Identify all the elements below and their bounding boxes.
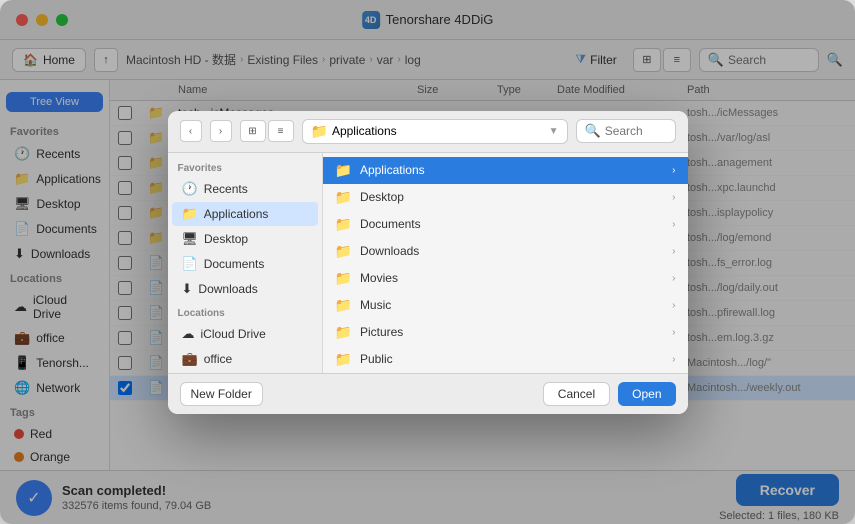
dialog-file-name: Pictures — [360, 325, 403, 339]
dialog-location-bar[interactable]: 📁 Applications ▼ — [302, 119, 568, 144]
dialog-sidebar-office[interactable]: 💼 office — [172, 347, 318, 371]
dialog-sidebar-applications[interactable]: 📁 Applications — [172, 202, 318, 226]
dialog-file-name: Movies — [360, 271, 398, 285]
dropdown-arrow-icon: ▼ — [549, 126, 559, 137]
dialog-folder-pictures[interactable]: 📁 Pictures › — [323, 319, 688, 346]
dialog-sidebar-section-favorites: Favorites — [168, 157, 322, 176]
dialog-sidebar-icloud[interactable]: ☁ iCloud Drive — [172, 322, 318, 346]
applications-icon: 📁 — [182, 206, 198, 222]
dialog-folder-desktop[interactable]: 📁 Desktop › — [323, 184, 688, 211]
cancel-button[interactable]: Cancel — [543, 382, 610, 406]
dialog-file-name: Downloads — [360, 244, 419, 258]
dialog-sidebar-label: Desktop — [204, 232, 248, 246]
dialog-file-name: Desktop — [360, 190, 404, 204]
folder-icon: 📁 — [335, 162, 352, 179]
folder-icon: 📁 — [335, 297, 352, 314]
dialog-grid-view[interactable]: ⊞ — [240, 120, 266, 142]
dialog-sidebar-label: Downloads — [198, 282, 257, 296]
dialog-view-buttons: ⊞ ≡ — [240, 120, 294, 142]
dialog-file-name: Applications — [360, 163, 425, 177]
dialog-file-name: Music — [360, 298, 391, 312]
dialog-list-view[interactable]: ≡ — [268, 120, 294, 142]
open-dialog: ‹ › ⊞ ≡ 📁 Applications ▼ 🔍 — [168, 111, 688, 414]
desktop-icon: 🖥 — [182, 231, 199, 247]
recents-icon: 🕐 — [182, 181, 198, 197]
new-folder-button[interactable]: New Folder — [180, 382, 263, 406]
chevron-right-icon: › — [672, 300, 675, 311]
dialog-overlay: ‹ › ⊞ ≡ 📁 Applications ▼ 🔍 — [0, 0, 855, 524]
dialog-forward-button[interactable]: › — [210, 120, 232, 142]
folder-icon: 📁 — [335, 270, 352, 287]
chevron-right-icon: › — [672, 327, 675, 338]
dialog-folder-movies[interactable]: 📁 Movies › — [323, 265, 688, 292]
folder-icon: 📁 — [335, 189, 352, 206]
dialog-sidebar-documents[interactable]: 📄 Documents — [172, 252, 318, 276]
folder-icon: 📁 — [335, 243, 352, 260]
icloud-icon: ☁ — [182, 326, 195, 342]
dialog-sidebar: Favorites 🕐 Recents 📁 Applications 🖥 Des… — [168, 153, 323, 373]
chevron-right-icon: › — [672, 165, 675, 176]
chevron-right-icon: › — [672, 273, 675, 284]
dialog-sidebar-label: Recents — [204, 182, 248, 196]
dialog-toolbar: ‹ › ⊞ ≡ 📁 Applications ▼ 🔍 — [168, 111, 688, 153]
dialog-search-input[interactable] — [605, 124, 675, 138]
dialog-back-button[interactable]: ‹ — [180, 120, 202, 142]
folder-icon: 📁 — [335, 324, 352, 341]
main-window: 4D Tenorshare 4DDiG 🏠 Home ↑ Macintosh H… — [0, 0, 855, 524]
dialog-sidebar-label: Applications — [204, 207, 269, 221]
open-button[interactable]: Open — [618, 382, 675, 406]
dialog-sidebar-recents[interactable]: 🕐 Recents — [172, 177, 318, 201]
dialog-file-name: Documents — [360, 217, 421, 231]
folder-icon: 📁 — [335, 351, 352, 368]
chevron-right-icon: › — [672, 354, 675, 365]
dialog-sidebar-section-locations: Locations — [168, 302, 322, 321]
dialog-file-list: 📁 Applications › 📁 Desktop › 📁 Documents… — [323, 153, 688, 373]
dialog-actions: Cancel Open — [543, 382, 676, 406]
location-text: Applications — [332, 124, 545, 138]
dialog-folder-applications[interactable]: 📁 Applications › — [323, 157, 688, 184]
dialog-sidebar-desktop[interactable]: 🖥 Desktop — [172, 227, 318, 251]
dialog-search-bar: 🔍 — [576, 119, 676, 143]
dialog-sidebar-label: iCloud Drive — [201, 327, 266, 341]
chevron-right-icon: › — [672, 246, 675, 257]
dialog-folder-downloads[interactable]: 📁 Downloads › — [323, 238, 688, 265]
dialog-folder-music[interactable]: 📁 Music › — [323, 292, 688, 319]
dialog-footer: New Folder Cancel Open — [168, 373, 688, 414]
dialog-sidebar-downloads[interactable]: ⬇ Downloads — [172, 277, 318, 301]
dialog-folder-public[interactable]: 📁 Public › — [323, 346, 688, 373]
search-icon: 🔍 — [585, 123, 601, 139]
folder-icon: 📁 — [335, 216, 352, 233]
documents-icon: 📄 — [182, 256, 198, 272]
dialog-sidebar-label: office — [204, 352, 232, 366]
downloads-icon: ⬇ — [182, 281, 193, 297]
folder-icon: 📁 — [311, 123, 328, 140]
office-icon: 💼 — [182, 351, 198, 367]
dialog-folder-documents[interactable]: 📁 Documents › — [323, 211, 688, 238]
dialog-file-name: Public — [360, 352, 393, 366]
dialog-sidebar-label: Documents — [204, 257, 265, 271]
chevron-right-icon: › — [672, 219, 675, 230]
dialog-body: Favorites 🕐 Recents 📁 Applications 🖥 Des… — [168, 153, 688, 373]
chevron-right-icon: › — [672, 192, 675, 203]
